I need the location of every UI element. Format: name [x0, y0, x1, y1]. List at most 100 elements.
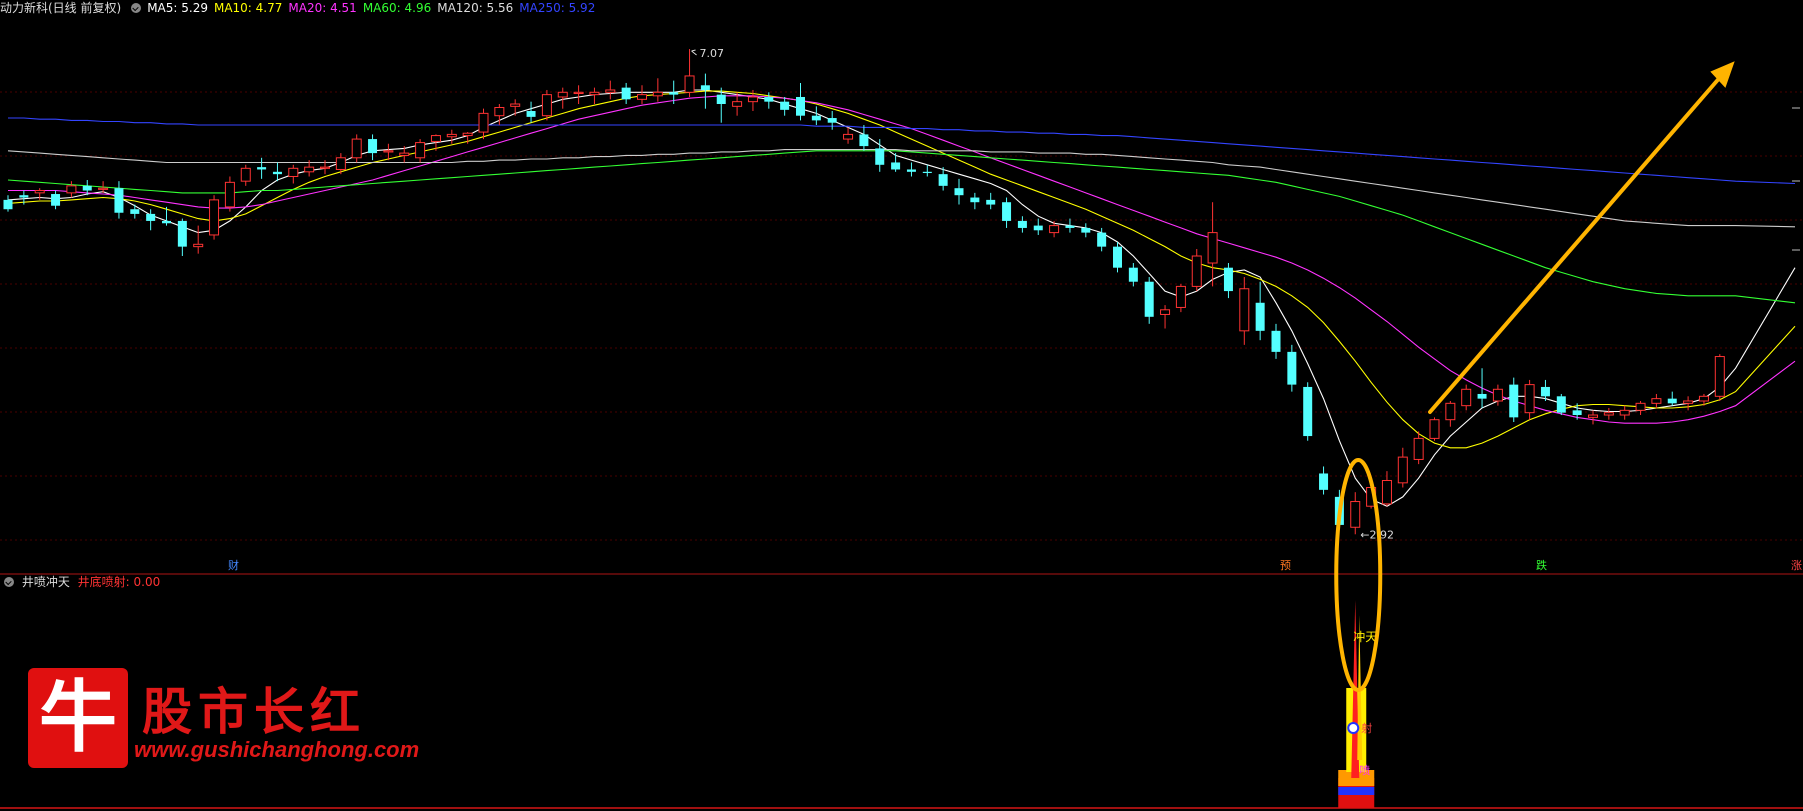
- candle-body: [764, 96, 774, 102]
- candle: [1714, 354, 1725, 401]
- candle-body: [478, 112, 489, 133]
- candle-body: [1492, 388, 1503, 402]
- high-arrow: [691, 49, 697, 56]
- candle-body: [859, 134, 869, 147]
- candle-body: [415, 142, 426, 159]
- candle-body: [1619, 409, 1630, 416]
- candle: [146, 209, 156, 231]
- highlight-ellipse: [1334, 458, 1383, 692]
- candle: [1350, 492, 1361, 535]
- ma-legend-item: MA250: 5.92: [519, 1, 596, 15]
- candle-body: [1445, 402, 1456, 421]
- candle-body: [288, 167, 299, 177]
- candle-body: [1556, 396, 1566, 413]
- candle: [224, 176, 235, 212]
- candle-body: [811, 115, 821, 121]
- event-marker[interactable]: 预: [1280, 560, 1291, 572]
- candle-body: [1429, 419, 1440, 439]
- main-chart-header: 动力新科(日线 前复权) MA5: 5.29 MA10: 4.77 MA20: 4.5…: [0, 0, 607, 16]
- settings-toggle-icon[interactable]: [131, 3, 142, 13]
- candle-body: [1381, 479, 1392, 505]
- candle: [652, 78, 663, 102]
- candle: [1239, 277, 1250, 345]
- candle: [1445, 400, 1456, 427]
- candle: [1651, 393, 1662, 408]
- candle-body: [19, 195, 29, 198]
- stock-title[interactable]: 动力新科(日线 前复权): [0, 1, 121, 15]
- candle-body: [430, 135, 441, 142]
- candle-body: [669, 92, 679, 95]
- candle: [209, 195, 220, 240]
- candle-body: [177, 220, 187, 247]
- candle: [478, 108, 489, 140]
- candle: [1002, 197, 1012, 228]
- candle-body: [1271, 330, 1281, 352]
- candlestick-series: [3, 49, 1725, 535]
- ma-line-ma120: [7, 149, 1796, 228]
- candle-body: [130, 209, 140, 214]
- candle-body: [1509, 384, 1519, 418]
- candle-body: [1128, 267, 1138, 282]
- indicator-header: 井喷冲天 井底喷射: 0.00: [0, 573, 160, 591]
- candle: [1017, 216, 1027, 233]
- signal-dot: [1347, 722, 1360, 734]
- candle: [1160, 305, 1171, 329]
- event-marker[interactable]: 涨: [1791, 560, 1802, 572]
- trend-arrow-shaft: [1428, 73, 1724, 414]
- candle: [1635, 400, 1646, 416]
- candle: [954, 178, 964, 205]
- candle-body: [652, 91, 663, 97]
- candle: [1477, 368, 1487, 408]
- candle-body: [98, 187, 109, 190]
- candle: [1065, 218, 1075, 233]
- candle-body: [1714, 356, 1725, 397]
- candle-body: [1477, 393, 1487, 399]
- signal-label-2: 射: [1361, 721, 1372, 735]
- candle-body: [1603, 412, 1614, 416]
- candle-body: [684, 75, 695, 93]
- candle: [351, 134, 362, 163]
- candle-body: [526, 111, 536, 117]
- ma-legend-item: MA60: 4.96: [362, 1, 432, 15]
- candle: [1429, 417, 1440, 441]
- candle: [1413, 431, 1424, 465]
- logo-url[interactable]: www.gushichanghong.com: [134, 737, 419, 763]
- candle-body: [922, 171, 932, 174]
- candle: [1603, 408, 1614, 420]
- candle: [1667, 391, 1677, 406]
- candle: [557, 87, 568, 109]
- candle: [827, 111, 837, 130]
- event-marker[interactable]: 财: [228, 560, 239, 572]
- candle-body: [66, 185, 77, 194]
- ma-legend-item: MA20: 4.51: [288, 1, 357, 15]
- indicator-name[interactable]: 井喷冲天: [22, 575, 70, 589]
- candle-body: [193, 243, 204, 248]
- candle-body: [1017, 220, 1027, 228]
- candle-body: [716, 94, 726, 104]
- candle: [1255, 281, 1265, 341]
- logo-name: 股市长红: [142, 682, 366, 741]
- candle: [193, 225, 204, 254]
- candle-body: [621, 87, 631, 100]
- candle-body: [320, 166, 330, 169]
- candle: [811, 106, 821, 126]
- candle: [906, 162, 916, 177]
- candle: [1175, 284, 1186, 313]
- candle-body: [1175, 285, 1186, 308]
- candle-body: [1207, 232, 1218, 264]
- candle-body: [82, 185, 92, 191]
- candle-body: [1461, 388, 1472, 407]
- candle: [114, 181, 124, 219]
- candle: [986, 192, 996, 210]
- candle-body: [796, 96, 805, 116]
- candle: [130, 204, 140, 219]
- indicator-toggle-icon[interactable]: [4, 577, 14, 587]
- candle: [605, 80, 616, 100]
- candle-body: [1002, 202, 1012, 221]
- signal-label-3: 喷: [1359, 764, 1370, 777]
- candle-body: [970, 197, 980, 203]
- event-marker[interactable]: 跌: [1536, 560, 1547, 572]
- candle-body: [1635, 402, 1646, 411]
- candle-body: [732, 101, 743, 107]
- candle: [51, 190, 61, 210]
